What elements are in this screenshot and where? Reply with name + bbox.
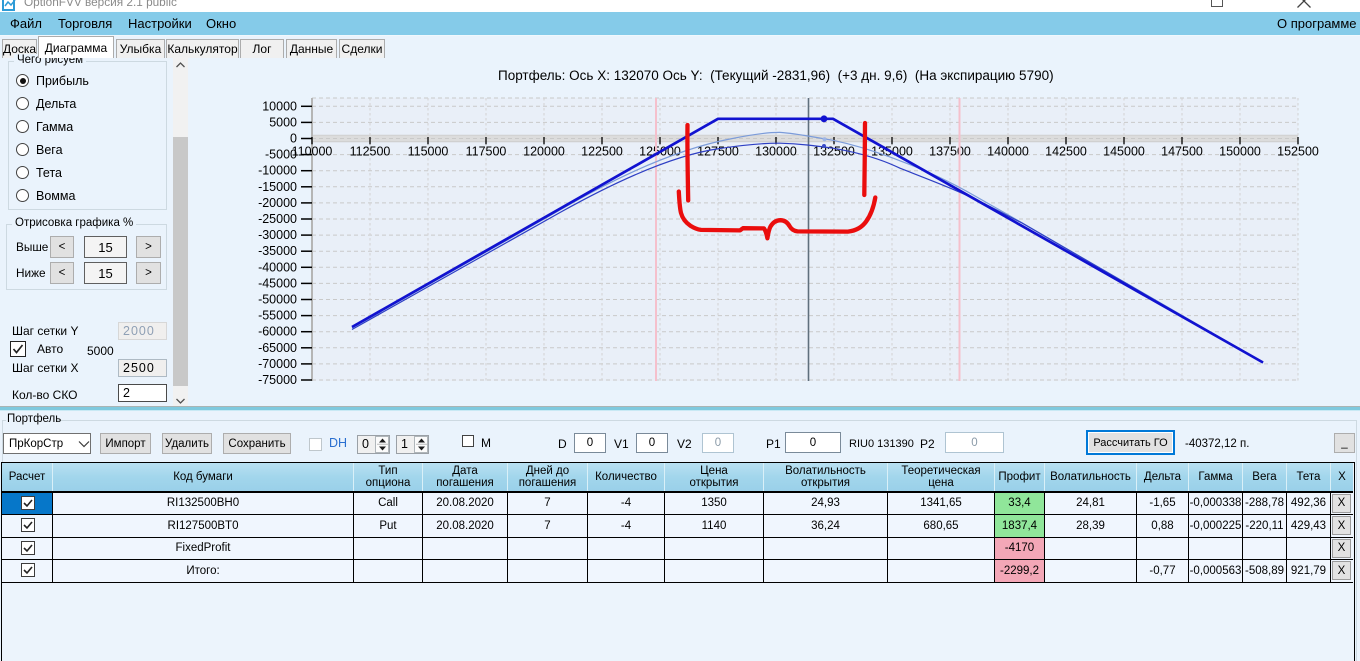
svg-text:0: 0 [290, 132, 297, 146]
svg-text:-65000: -65000 [258, 341, 297, 355]
svg-text:-45000: -45000 [258, 276, 297, 290]
svg-text:142500: 142500 [1045, 145, 1087, 159]
svg-text:147500: 147500 [1161, 145, 1203, 159]
svg-text:-40000: -40000 [258, 260, 297, 274]
svg-text:125000: 125000 [639, 145, 681, 159]
svg-text:117500: 117500 [466, 145, 507, 159]
svg-text:-25000: -25000 [258, 212, 297, 226]
svg-text:122500: 122500 [581, 145, 623, 159]
svg-text:110000: 110000 [292, 145, 333, 159]
svg-text:132500: 132500 [813, 145, 855, 159]
svg-text:112500: 112500 [350, 145, 391, 159]
svg-text:137500: 137500 [929, 145, 971, 159]
svg-text:115000: 115000 [408, 145, 449, 159]
svg-text:10000: 10000 [262, 99, 297, 113]
svg-text:145000: 145000 [1103, 145, 1145, 159]
svg-text:-60000: -60000 [258, 325, 297, 339]
svg-text:135000: 135000 [871, 145, 913, 159]
svg-text:-70000: -70000 [258, 357, 297, 371]
svg-text:-30000: -30000 [258, 228, 297, 242]
svg-text:-15000: -15000 [258, 180, 297, 194]
svg-text:127500: 127500 [697, 145, 739, 159]
svg-text:-35000: -35000 [258, 244, 297, 258]
svg-text:152500: 152500 [1277, 145, 1319, 159]
svg-text:-50000: -50000 [258, 293, 297, 307]
svg-text:5000: 5000 [269, 115, 297, 129]
svg-text:140000: 140000 [987, 145, 1029, 159]
svg-text:-55000: -55000 [258, 309, 297, 323]
svg-text:150000: 150000 [1219, 145, 1261, 159]
svg-text:-10000: -10000 [258, 164, 297, 178]
svg-text:-5000: -5000 [265, 148, 297, 162]
svg-text:120000: 120000 [523, 145, 565, 159]
svg-text:-20000: -20000 [258, 196, 297, 210]
svg-text:-75000: -75000 [258, 373, 297, 387]
svg-text:130000: 130000 [755, 145, 797, 159]
